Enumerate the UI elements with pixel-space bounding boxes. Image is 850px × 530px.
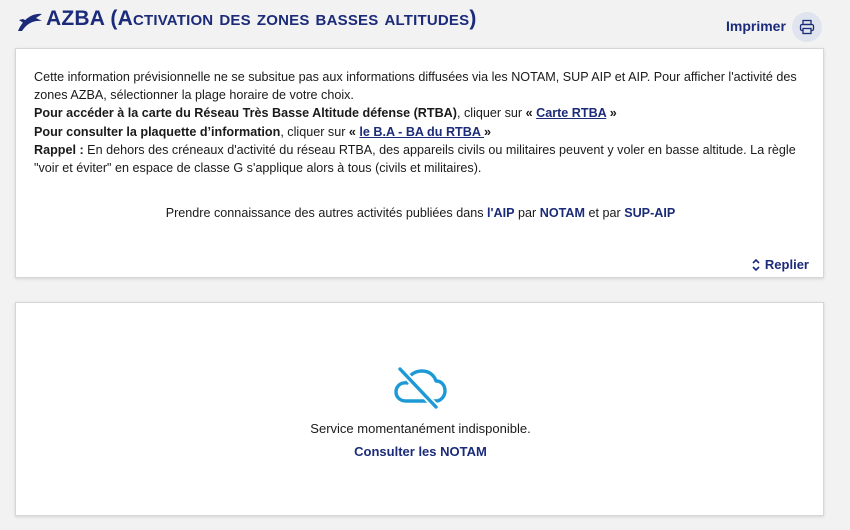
- brochure-line: Pour consulter la plaquette d’informatio…: [34, 123, 814, 141]
- brochure-label: Pour consulter la plaquette d’informatio…: [34, 124, 281, 139]
- info-paragraph: Cette information prévisionnelle ne se s…: [34, 70, 797, 103]
- consulter-notam-link[interactable]: Consulter les NOTAM: [16, 444, 825, 459]
- chevron-up-down-icon: [752, 258, 760, 271]
- rtba-map-line: Pour accéder à la carte du Réseau Très B…: [34, 104, 814, 122]
- rtba-map-label: Pour accéder à la carte du Réseau Très B…: [34, 106, 457, 121]
- page-title: AZBA (Activation des zones basses altitu…: [46, 7, 477, 30]
- collapse-label: Replier: [764, 257, 809, 272]
- info-text: Cette information prévisionnelle ne se s…: [34, 68, 814, 177]
- publications-line: Prendre connaissance des autres activité…: [16, 206, 825, 220]
- status-message: Service momentanément indisponible.: [310, 421, 531, 436]
- rtba-map-open: «: [525, 106, 537, 121]
- azba-logo-icon: [16, 8, 44, 38]
- brochure-mid: , cliquer sur: [280, 124, 349, 139]
- cloud-off-icon: [394, 366, 447, 409]
- reminder-label: Rappel :: [34, 142, 84, 157]
- sup-aip-link[interactable]: SUP-AIP: [624, 206, 675, 220]
- brochure-close: »: [483, 124, 491, 139]
- ba-ba-rtba-link[interactable]: le B.A - BA du RTBA: [359, 125, 484, 139]
- rtba-map-mid: , cliquer sur: [456, 106, 526, 121]
- aip-link[interactable]: l'AIP: [487, 206, 515, 220]
- collapse-button[interactable]: Replier: [751, 257, 809, 272]
- carte-rtba-link[interactable]: Carte RTBA: [536, 106, 606, 120]
- print-button[interactable]: [792, 12, 822, 42]
- printer-icon: [799, 19, 815, 35]
- rtba-map-close: »: [606, 106, 617, 121]
- publications-par-2: et par: [584, 206, 625, 220]
- print-label[interactable]: Imprimer: [726, 18, 786, 34]
- reminder-line: Rappel : En dehors des créneaux d'activi…: [34, 141, 814, 177]
- brochure-open: «: [348, 124, 360, 139]
- publications-par-1: par: [514, 206, 540, 220]
- info-card: Cette information prévisionnelle ne se s…: [15, 48, 824, 278]
- reminder-text: En dehors des créneaux d'activité du rés…: [34, 142, 796, 176]
- status-card: Service momentanément indisponible. Cons…: [15, 302, 824, 516]
- publications-prefix: Prendre connaissance des autres activité…: [165, 206, 488, 220]
- notam-link[interactable]: NOTAM: [540, 206, 585, 220]
- page-header: AZBA (Activation des zones basses altitu…: [0, 0, 850, 46]
